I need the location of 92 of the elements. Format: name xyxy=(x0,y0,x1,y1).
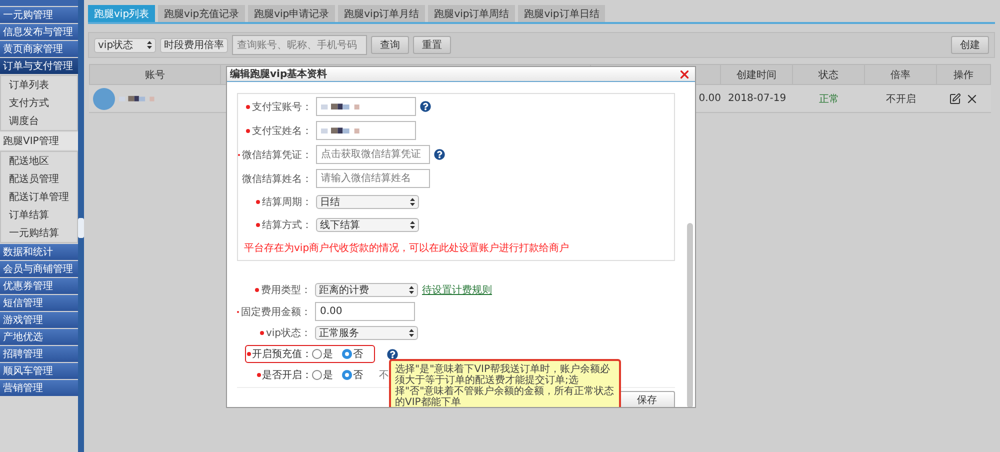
sidebar-group[interactable]: 游戏管理 xyxy=(0,312,78,328)
rule-link[interactable]: 待设置计费规则 xyxy=(422,283,492,297)
required-dot-icon xyxy=(246,128,250,132)
note-text: 平台存在为vip商户代收货款的情况，可以在此处设置账户进行打款给商户 xyxy=(244,242,570,255)
field-label: 支付宝账号： xyxy=(252,100,312,114)
column-header: 状态 xyxy=(793,64,865,85)
sidebar-item[interactable]: 一元购结算 xyxy=(1,224,77,242)
help-icon[interactable] xyxy=(387,348,398,360)
input-field[interactable] xyxy=(316,97,416,116)
radio-option[interactable]: 否 xyxy=(342,347,372,361)
sidebar-group[interactable]: 短信管理 xyxy=(0,295,78,311)
required-dot-icon xyxy=(256,223,260,227)
sidebar-item[interactable]: 配送员管理 xyxy=(1,170,77,188)
edit-icon[interactable] xyxy=(949,92,961,104)
avatar xyxy=(93,88,115,110)
column-header: 账号 xyxy=(89,64,221,85)
dialog-title: 编辑跑腿vip基本资料 xyxy=(230,68,328,81)
updown-caret-icon xyxy=(409,329,414,337)
sidebar-group[interactable]: 会员与商铺管理 xyxy=(0,261,78,277)
select-field[interactable]: 正常服务 xyxy=(315,326,418,340)
field-label: 开启预充值： xyxy=(252,348,312,361)
radio-option[interactable]: 是 xyxy=(312,347,342,361)
sidebar-item[interactable]: 配送订单管理 xyxy=(1,188,77,206)
sidebar-group[interactable]: 数据和统计 xyxy=(0,244,78,260)
collapse-handle[interactable] xyxy=(78,218,84,238)
radio-option[interactable]: 是 xyxy=(312,368,342,382)
field-label: 结算周期： xyxy=(262,196,312,209)
radio-option[interactable]: 否 xyxy=(342,368,372,382)
sidebar-group[interactable]: 黄页商家管理 xyxy=(0,41,78,57)
create-button[interactable]: 创建 xyxy=(951,36,989,54)
field-label: 固定费用金额： xyxy=(241,306,311,318)
sidebar-item[interactable]: 支付方式 xyxy=(1,94,77,112)
sidebar-item[interactable]: 配送地区 xyxy=(1,152,77,170)
sidebar-group[interactable]: 产地优选 xyxy=(0,329,78,345)
select-field[interactable]: 时段费用倍率 xyxy=(160,38,228,52)
sidebar-group[interactable]: 订单与支付管理 xyxy=(0,58,78,74)
required-dot-icon xyxy=(257,373,261,377)
sidebar-group[interactable]: 信息发布与管理 xyxy=(0,24,78,40)
input-field[interactable]: 0.00 xyxy=(315,302,415,321)
field-label: 微信结算姓名： xyxy=(242,172,312,186)
input-field[interactable]: 请输入微信结算姓名 xyxy=(316,169,430,188)
field-label: 微信结算凭证： xyxy=(242,148,312,162)
help-icon[interactable] xyxy=(434,149,445,160)
updown-caret-icon xyxy=(147,41,152,49)
select-field[interactable]: vip状态 xyxy=(94,38,156,52)
select-field[interactable]: 日结 xyxy=(316,195,419,209)
updown-caret-icon xyxy=(409,286,414,294)
required-dot-icon xyxy=(256,200,260,204)
sidebar-group[interactable]: 跑腿VIP管理 xyxy=(0,132,78,150)
input-field[interactable] xyxy=(316,121,416,140)
sidebar-group[interactable]: 顺风车管理 xyxy=(0,363,78,379)
required-dot-icon xyxy=(247,352,251,356)
sidebar-group[interactable]: 优惠券管理 xyxy=(0,278,78,294)
close-icon[interactable] xyxy=(678,68,691,80)
tab[interactable]: 跑腿vip订单日结 xyxy=(518,5,606,22)
tab[interactable]: 跑腿vip充值记录 xyxy=(158,5,246,22)
column-header: 创建时间 xyxy=(721,64,793,85)
sidebar-item[interactable]: 调度台 xyxy=(1,112,77,130)
sidebar-group[interactable]: 招聘管理 xyxy=(0,346,78,362)
sidebar-group[interactable]: 一元购管理 xyxy=(0,7,78,23)
tab[interactable]: 跑腿vip申请记录 xyxy=(248,5,336,22)
field-label: vip状态： xyxy=(266,326,311,340)
field-label: 支付宝姓名： xyxy=(252,124,312,138)
hint-text: 不 xyxy=(379,369,389,382)
tooltip: 选择"是"意味着下VIP帮我送订单时，账户余额必须大于等于订单的配送费才能提交订单;选择"否"意味着不管账户余额的金额，所有正常状态的VIP都能下单 xyxy=(389,359,621,407)
table-cell: 0.00 xyxy=(698,93,721,104)
field-label: 费用类型： xyxy=(261,284,311,297)
sidebar-item[interactable]: 订单列表 xyxy=(1,76,77,94)
table-cell: 2018-07-19 xyxy=(728,93,786,104)
sidebar-item[interactable]: 订单结算 xyxy=(1,206,77,224)
search-field[interactable]: 查询账号、昵称、手机号码 xyxy=(232,35,367,55)
field-label: 结算方式： xyxy=(262,218,312,232)
select-field[interactable]: 线下结算 xyxy=(316,218,419,232)
filter-button[interactable]: 重置 xyxy=(413,36,451,54)
column-header: 倍率 xyxy=(865,64,937,85)
field-label: 是否开启： xyxy=(262,368,312,382)
save-button[interactable]: 保存 xyxy=(619,391,675,407)
filter-button[interactable]: 查询 xyxy=(371,36,409,54)
updown-caret-icon xyxy=(410,221,415,229)
required-dot-icon xyxy=(260,331,264,335)
column-header: 操作 xyxy=(937,64,991,85)
input-field[interactable]: 点击获取微信结算凭证 xyxy=(316,145,430,164)
required-dot-icon xyxy=(246,104,250,108)
select-field[interactable]: 距离的计费 xyxy=(315,283,418,297)
updown-caret-icon xyxy=(410,198,415,206)
tab[interactable]: 跑腿vip订单月结 xyxy=(338,5,426,22)
required-dot-icon xyxy=(255,288,259,292)
tab[interactable]: 跑腿vip订单周结 xyxy=(428,5,516,22)
help-icon[interactable] xyxy=(420,101,431,112)
sidebar-group[interactable]: 营销管理 xyxy=(0,380,78,396)
table-cell-text: 不开启 xyxy=(886,92,916,106)
status-text: 正常 xyxy=(819,92,839,106)
